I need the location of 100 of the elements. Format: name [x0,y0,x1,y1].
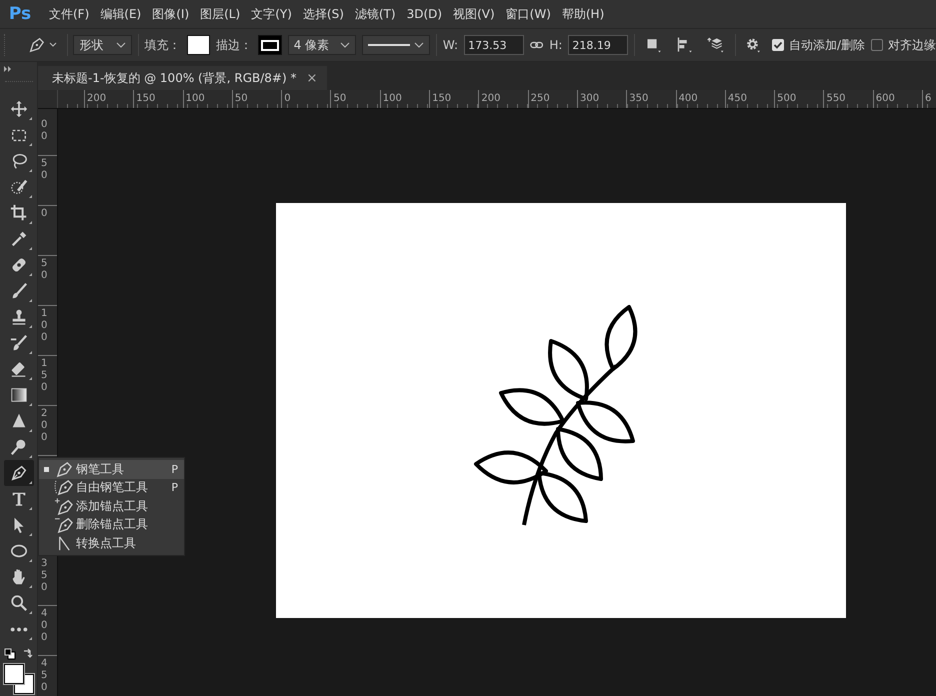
ruler-label: 450 [41,657,48,694]
fill-swatch[interactable] [186,35,210,55]
menu-item-label: 删除锚点工具 [76,516,149,534]
brush-selection-icon [10,178,28,196]
link-icon[interactable] [530,40,544,50]
ruler-label: 550 [825,93,846,104]
ruler-label: 200 [41,407,48,444]
ruler-label: 500 [776,93,796,104]
align-icon[interactable] [676,35,692,55]
ruler-label: 50 [41,257,48,282]
stroke-width-dropdown[interactable]: 4 像素 [288,35,356,55]
menu-item[interactable]: 窗口(W) [500,6,557,22]
ruler-label: 0 [41,207,48,220]
menu-item[interactable]: 文字(Y) [246,6,298,22]
ruler-label: 150 [135,93,156,104]
menu-item[interactable]: 图层(L) [195,6,246,22]
menu-item[interactable]: 图像(I) [147,6,196,22]
shortcut-label: P [171,462,178,476]
close-tab-button[interactable]: × [306,70,318,86]
width-field[interactable]: 173.53 [464,35,524,55]
mode-dropdown[interactable]: 形状 [73,35,132,55]
swap-colors-icon[interactable] [22,648,34,660]
menu-item-label: 转换点工具 [76,534,137,552]
solid-line-icon [368,44,410,46]
menu-item[interactable]: 帮助(H) [556,6,610,22]
stamp-icon [10,308,28,326]
ruler-label: 400 [678,93,698,104]
ruler-label: 50 [332,93,346,104]
ruler-label: 250 [530,93,550,104]
ruler-label: 100 [382,93,402,104]
ruler-label: 450 [726,93,747,104]
pen-icon [10,464,28,482]
menu-item[interactable]: 添加锚点工具 [39,497,184,516]
stroke-swatch[interactable] [258,35,282,55]
tool-button[interactable] [4,460,34,486]
eraser-icon [10,360,28,378]
foreground-color-swatch[interactable] [4,664,24,684]
checkbox-label: 自动添加/删除 [788,36,866,54]
app-logo: Ps [8,4,32,24]
menu-item[interactable]: 文件(F) [44,6,96,22]
ruler-label: 400 [41,607,48,644]
menu-item[interactable]: 滤镜(T) [350,6,402,22]
caret-icon [116,42,126,48]
pen-minus-icon [54,515,73,534]
brush-icon [10,282,28,300]
stroke-style-dropdown[interactable] [362,35,430,55]
menu-item[interactable]: 转换点工具 [39,534,184,552]
ruler-label: 100 [184,93,205,104]
ellipse-icon [10,542,28,560]
stroke-label: 描边： [216,36,252,54]
checkbox-label: 对齐边缘 [888,36,936,54]
document-tab[interactable]: 未标题-1-恢复的 @ 100% (背景, RGB/8#) * × [38,66,328,90]
menu-item[interactable]: 钢笔工具 P [39,460,184,478]
menu-item[interactable]: 3D(D) [402,7,448,21]
more-dots-icon [10,626,28,632]
collapse-arrows-icon[interactable] [4,66,12,72]
menu-item[interactable]: 编辑(E) [95,6,148,22]
menu-item[interactable]: 自由钢笔工具 P [39,478,184,497]
shortcut-label: P [171,481,178,494]
height-field[interactable]: 218.19 [568,35,628,55]
type-tool-icon [10,490,28,508]
bullet-icon [44,466,48,472]
menu-item-label: 钢笔工具 [76,460,125,478]
ruler-label: 50 [41,157,48,182]
ruler-label: 6 [924,93,932,104]
gradient-icon [10,386,28,404]
ruler-label: 200 [86,93,106,104]
pen-icon [54,460,73,479]
caret-icon [48,42,57,48]
pen-plus-icon [54,496,73,516]
ruler-label: 600 [874,93,895,104]
ruler-label: 100 [41,307,48,344]
document-title: 未标题-1-恢复的 @ 100% (背景, RGB/8#) * [52,70,296,86]
triangle-icon [10,412,28,430]
zoom-icon [10,594,28,612]
checkbox[interactable] [871,39,884,51]
history-brush-icon [10,334,28,352]
menu-item-label: 添加锚点工具 [76,498,149,515]
ruler-label: 150 [431,93,452,104]
move-arrows-icon [10,100,28,118]
width-label: W: [442,38,458,52]
hand-icon [10,568,28,586]
ruler-label: 300 [578,93,600,104]
caret-icon [340,42,350,48]
ruler-label: 350 [41,557,48,594]
height-label: H: [549,38,562,52]
ruler-label: 00 [41,118,48,143]
layers-stack-icon[interactable] [706,35,725,55]
crop-icon [10,204,28,222]
eyedropper-icon [10,230,28,248]
menu-item[interactable]: 视图(V) [448,6,501,22]
ruler-label: 150 [41,357,48,394]
menu-item[interactable]: 选择(S) [298,6,350,22]
default-colors-icon[interactable] [4,648,16,660]
menu-item-label: 自由钢笔工具 [76,479,149,496]
menu-item[interactable]: 删除锚点工具 [39,516,184,534]
ruler-label: 200 [480,93,500,104]
ruler-label: 0 [283,93,291,104]
caret-icon [414,42,424,48]
ruler-label: 350 [628,93,648,104]
